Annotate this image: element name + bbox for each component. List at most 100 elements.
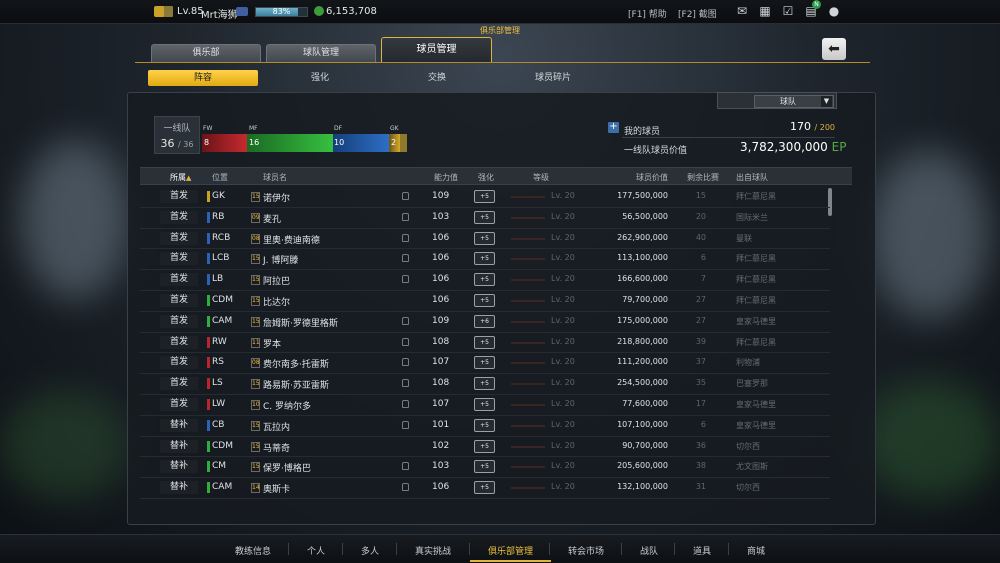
user-icon[interactable]: ● — [827, 5, 841, 18]
lock-icon[interactable] — [402, 337, 409, 346]
player-name[interactable]: 阿拉巴 — [263, 274, 290, 287]
lock-icon[interactable] — [402, 275, 409, 284]
player-grade: Lv. 20 — [551, 482, 575, 492]
lock-icon[interactable] — [402, 483, 409, 492]
nav-single[interactable]: 个人 — [307, 544, 325, 557]
player-name[interactable]: 保罗·博格巴 — [263, 461, 311, 474]
tab-team-management[interactable]: 球队管理 — [266, 44, 376, 62]
table-row[interactable]: 替补 CB 15 瓦拉内 101 +5 Lv. 20 107,100,000 6 皇家马德里 — [140, 416, 830, 437]
column-header-club[interactable]: 出自球队 — [736, 172, 768, 183]
back-arrow-icon[interactable]: ⬅ — [822, 38, 846, 60]
subtab-exchange[interactable]: 交换 — [382, 70, 492, 86]
table-row[interactable]: 首发 LW 10 C. 罗纳尔多 107 +5 Lv. 20 77,600,000 17 皇家马德… — [140, 395, 830, 416]
player-name[interactable]: 奥斯卡 — [263, 482, 290, 495]
table-row[interactable]: 首发 RB 09 麦孔 103 +5 Lv. 20 56,500,000 20 国际米兰 — [140, 208, 830, 229]
player-role[interactable]: 首发 — [160, 356, 198, 370]
nav-coach-info[interactable]: 教练信息 — [235, 544, 271, 557]
nav-separator — [728, 543, 729, 555]
player-role[interactable]: 首发 — [160, 293, 198, 307]
tab-club[interactable]: 俱乐部 — [151, 44, 261, 62]
player-role[interactable]: 替补 — [160, 439, 198, 453]
player-role[interactable]: 首发 — [160, 397, 198, 411]
player-role[interactable]: 替补 — [160, 460, 198, 474]
player-price: 177,500,000 — [617, 191, 668, 200]
table-row[interactable]: 首发 RW 11 罗本 108 +5 Lv. 20 218,800,000 39 拜仁慕尼黑 — [140, 333, 830, 354]
lock-icon[interactable] — [402, 212, 409, 221]
player-name[interactable]: 诺伊尔 — [263, 191, 290, 204]
column-header-ovr[interactable]: 能力值 — [434, 172, 458, 183]
column-header-enhance[interactable]: 强化 — [478, 172, 494, 183]
table-row[interactable]: 首发 LS 15 路易斯·苏亚雷斯 108 +5 Lv. 20 254,500,000 35 巴塞… — [140, 374, 830, 395]
table-row[interactable]: 替补 CAM 14 奥斯卡 106 +5 Lv. 20 132,100,000 31 切尔西 — [140, 478, 830, 499]
table-row[interactable]: 首发 CDM 15 比达尔 106 +5 Lv. 20 79,700,000 27 拜仁慕尼黑 — [140, 291, 830, 312]
subtab-player-fragments[interactable]: 球员碎片 — [498, 70, 608, 86]
table-row[interactable]: 首发 CAM 15 詹姆斯·罗德里格斯 109 +6 Lv. 20 175,000,000 27… — [140, 312, 830, 333]
player-name[interactable]: J. 博阿滕 — [263, 253, 298, 266]
nav-team[interactable]: 战队 — [640, 544, 658, 557]
player-role[interactable]: 首发 — [160, 335, 198, 349]
lock-icon[interactable] — [402, 233, 409, 242]
position-count-mf: 16 — [249, 138, 260, 147]
column-header-role[interactable]: 所属▲ — [170, 172, 191, 183]
player-name[interactable]: 瓦拉内 — [263, 420, 290, 433]
table-row[interactable]: 首发 RCB 08 里奥·费迪南德 106 +5 Lv. 20 262,900,000 40 曼联 — [140, 229, 830, 250]
table-row[interactable]: 首发 RS 08 费尔南多·托雷斯 107 +5 Lv. 20 111,200,000 37 利物… — [140, 353, 830, 375]
player-role[interactable]: 替补 — [160, 418, 198, 432]
player-name[interactable]: 路易斯·苏亚雷斯 — [263, 378, 329, 391]
calculator-icon[interactable]: ▦ — [758, 5, 772, 18]
table-row[interactable]: 首发 GK 15 诺伊尔 109 +5 Lv. 20 177,500,000 15 拜仁慕尼黑 — [140, 187, 830, 208]
nav-club-management[interactable]: 俱乐部管理 — [488, 544, 533, 557]
player-role[interactable]: 首发 — [160, 190, 198, 203]
player-role[interactable]: 首发 — [160, 231, 198, 245]
screenshot-hotkey[interactable]: [F2] 截图 — [678, 7, 717, 20]
column-header-games[interactable]: 剩余比赛 — [687, 172, 719, 183]
column-header-price[interactable]: 球员价值 — [636, 172, 668, 183]
player-name[interactable]: 比达尔 — [263, 295, 290, 308]
lock-icon[interactable] — [402, 379, 409, 388]
enhance-badge: +5 — [474, 335, 495, 349]
player-price: 254,500,000 — [617, 378, 668, 388]
nav-real-challenge[interactable]: 真实挑战 — [415, 544, 451, 557]
team-filter-select[interactable]: 球队 ▼ — [754, 95, 834, 108]
column-header-name[interactable]: 球员名 — [263, 172, 287, 183]
nav-multiplayer[interactable]: 多人 — [361, 544, 379, 557]
player-name[interactable]: 詹姆斯·罗德里格斯 — [263, 316, 338, 329]
player-name[interactable]: 马蒂奇 — [263, 441, 290, 454]
nav-shop[interactable]: 商城 — [747, 544, 765, 557]
player-name[interactable]: C. 罗纳尔多 — [263, 399, 311, 412]
squad-selector[interactable]: 一线队 36 / 36 — [154, 116, 200, 154]
lock-icon[interactable] — [402, 316, 409, 325]
player-name[interactable]: 罗本 — [263, 337, 281, 350]
lock-icon[interactable] — [402, 399, 409, 408]
mail-icon[interactable]: ✉ — [735, 5, 749, 18]
nav-items[interactable]: 道具 — [693, 544, 711, 557]
player-name[interactable]: 费尔南多·托雷斯 — [263, 357, 329, 370]
lock-icon[interactable] — [402, 420, 409, 429]
lock-icon[interactable] — [402, 462, 409, 471]
add-player-icon[interactable]: + — [608, 122, 619, 133]
lock-icon[interactable] — [402, 192, 409, 200]
lock-icon[interactable] — [402, 358, 409, 367]
player-role[interactable]: 首发 — [160, 314, 198, 328]
help-hotkey[interactable]: [F1] 帮助 — [628, 7, 667, 20]
tab-player-management[interactable]: 球员管理 — [381, 37, 492, 63]
player-role[interactable]: 首发 — [160, 377, 198, 391]
player-role[interactable]: 替补 — [160, 481, 198, 495]
column-header-grade[interactable]: 等级 — [533, 172, 549, 183]
lock-icon[interactable] — [402, 254, 409, 263]
player-role[interactable]: 首发 — [160, 252, 198, 266]
player-name[interactable]: 里奥·费迪南德 — [263, 233, 320, 246]
table-row[interactable]: 替补 CM 15 保罗·博格巴 103 +5 Lv. 20 205,600,000 38 尤文图斯 — [140, 457, 830, 479]
nav-transfer-market[interactable]: 转会市场 — [568, 544, 604, 557]
player-role[interactable]: 首发 — [160, 273, 198, 287]
subtab-enhance[interactable]: 强化 — [265, 70, 375, 86]
column-header-position[interactable]: 位置 — [212, 172, 228, 183]
player-position: CAM — [212, 315, 233, 326]
calendar-check-icon[interactable]: ☑ — [781, 5, 795, 18]
subtab-lineup[interactable]: 阵容 — [148, 70, 258, 86]
player-name[interactable]: 麦孔 — [263, 212, 281, 225]
table-row[interactable]: 首发 LCB 15 J. 博阿滕 106 +5 Lv. 20 113,100,000 6 拜仁慕尼… — [140, 249, 830, 271]
player-role[interactable]: 首发 — [160, 210, 198, 224]
table-row[interactable]: 替补 CDM 15 马蒂奇 102 +5 Lv. 20 90,700,000 36 切尔西 — [140, 437, 830, 458]
table-row[interactable]: 首发 LB 15 阿拉巴 106 +5 Lv. 20 166,600,000 7 拜仁慕尼黑 — [140, 270, 830, 291]
